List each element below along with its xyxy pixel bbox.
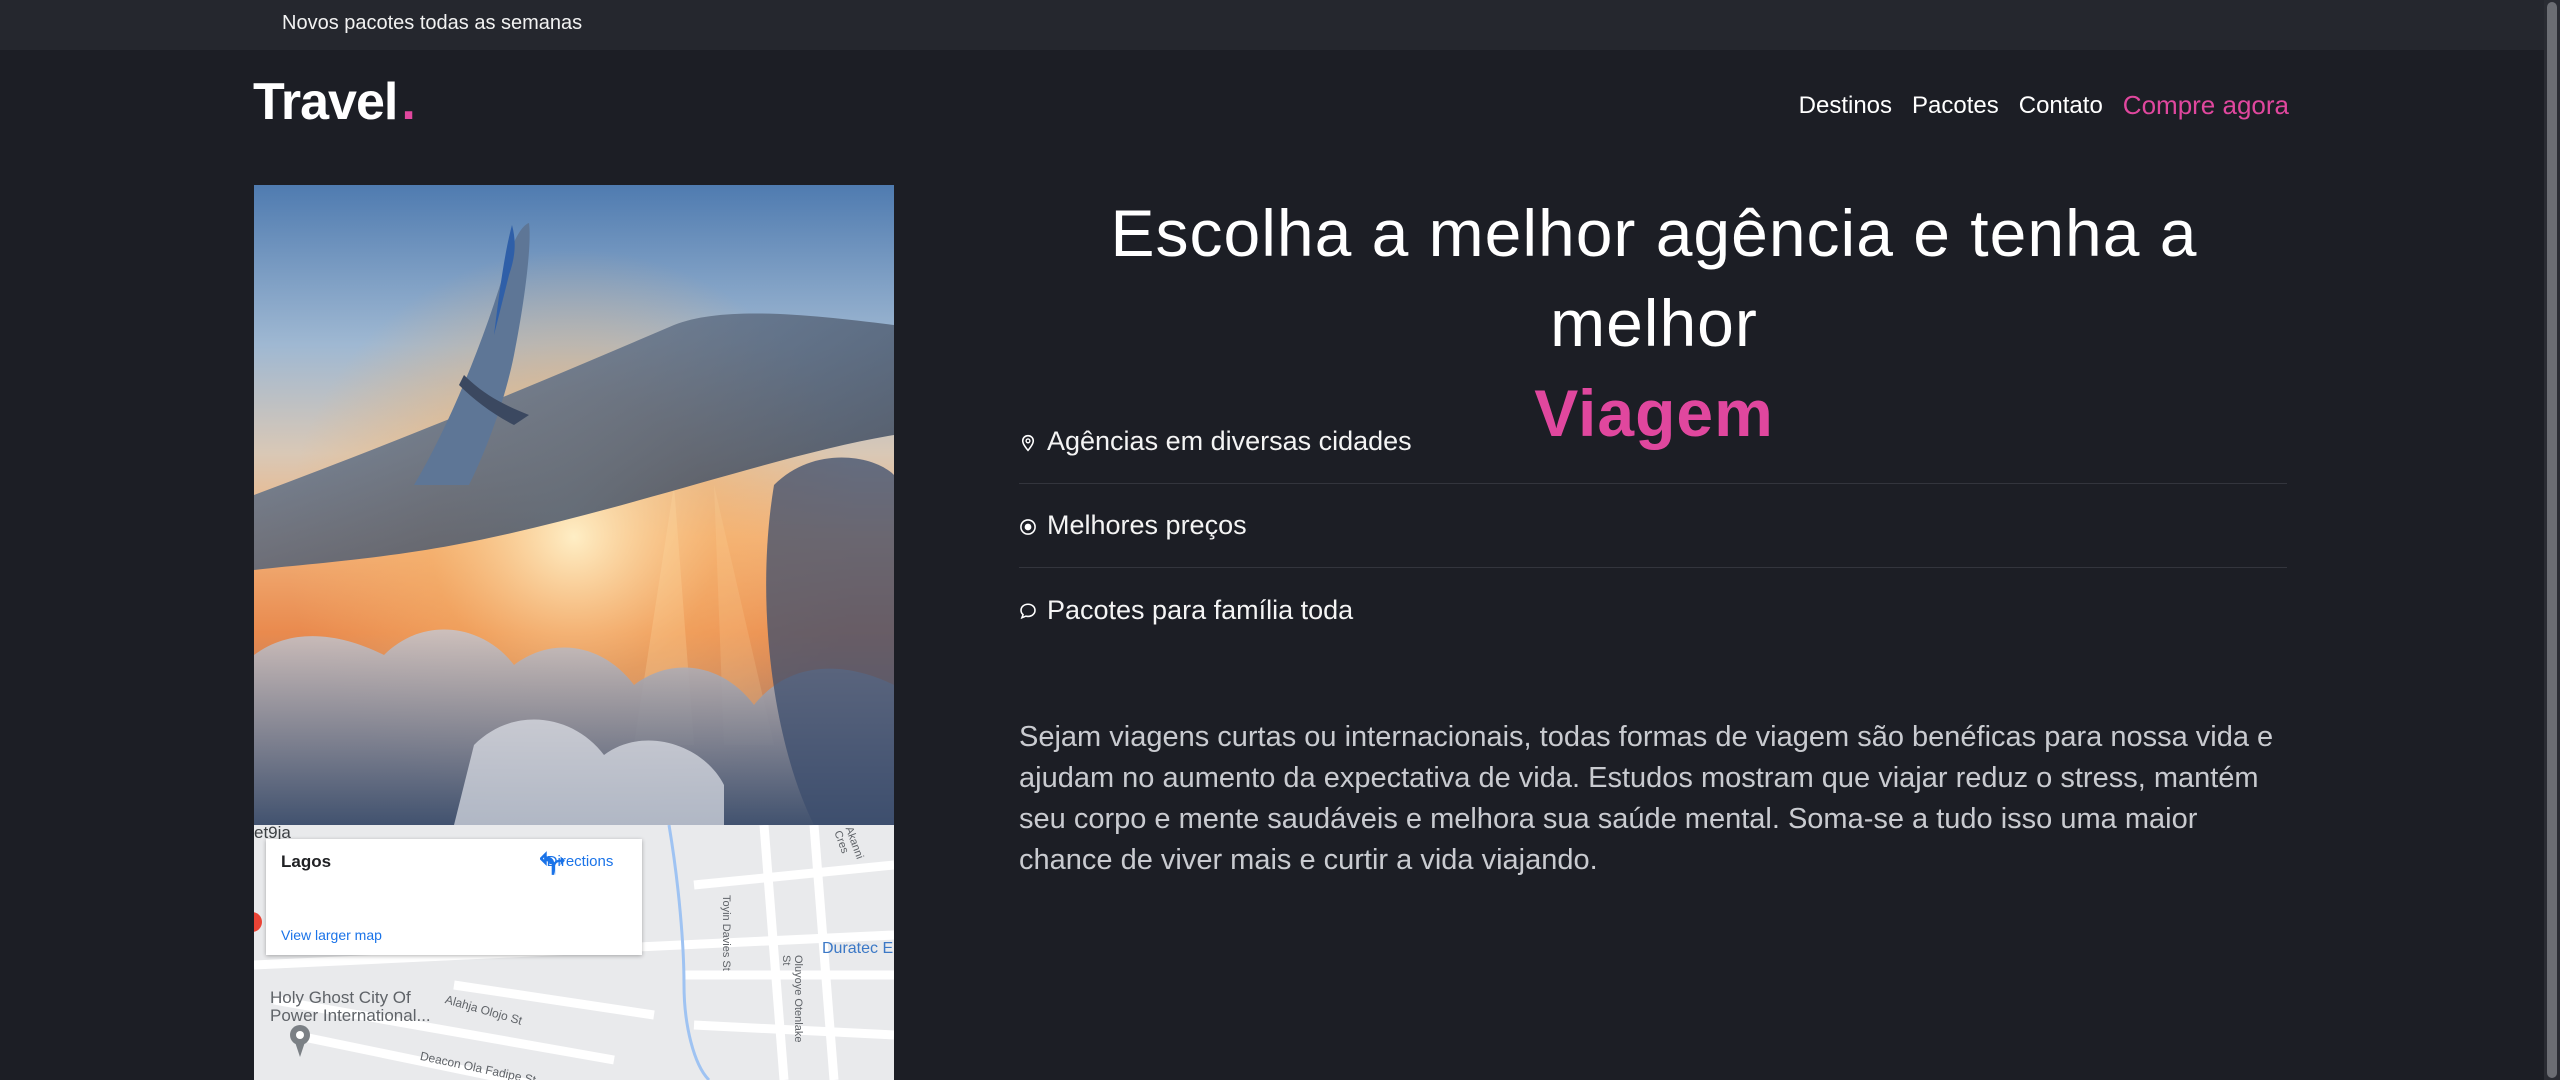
map-label: Oluyoye Otenlake St (780, 955, 804, 1043)
map-info-card: Lagos Directions View larger map (266, 839, 642, 955)
scrollbar-thumb[interactable] (2547, 2, 2557, 1078)
directions-button[interactable]: Directions (540, 851, 620, 875)
airplane-wing-photo (254, 185, 894, 825)
main-nav: Destinos Pacotes Contato Compre agora (1799, 90, 2289, 121)
map-label: Duratec E (822, 940, 894, 957)
announcement-bar: Novos pacotes todas as semanas (0, 0, 2544, 50)
feature-item: Agências em diversas cidades (1019, 400, 2287, 484)
logo-dot: . (401, 73, 415, 131)
nav-destinos[interactable]: Destinos (1799, 92, 1892, 121)
nav-pacotes[interactable]: Pacotes (1912, 92, 1999, 121)
page: Novos pacotes todas as semanas Travel. D… (0, 0, 2560, 1080)
hero-title-text: Escolha a melhor agência e tenha a melho… (1110, 196, 2198, 360)
announcement-text: Novos pacotes todas as semanas (282, 12, 583, 34)
feature-list: Agências em diversas cidades Melhores pr… (1019, 400, 2287, 652)
airplane-wing-illustration (254, 185, 894, 825)
feature-label: Pacotes para família toda (1047, 594, 1354, 625)
feature-label: Melhores preços (1047, 510, 1247, 540)
map-label: Toyin Davies St (720, 895, 732, 971)
description-paragraph: Sejam viagens curtas ou internacionais, … (1019, 721, 2274, 876)
map-place-name: Lagos (281, 852, 332, 871)
feature-item: Melhores preços (1019, 484, 2287, 568)
embedded-map[interactable]: et9ja Holy Ghost City Of Power Internati… (254, 825, 894, 1080)
chat-bubble-icon (1020, 603, 1036, 620)
map-pin-icon (1021, 434, 1035, 451)
view-larger-map-link[interactable]: View larger map (281, 927, 382, 943)
logo-text: Travel (253, 73, 398, 131)
map-label: Power International... (270, 1006, 431, 1025)
logo[interactable]: Travel. (253, 72, 416, 132)
feature-item: Pacotes para família toda (1019, 568, 2287, 652)
record-circle-icon (1020, 518, 1036, 535)
feature-label: Agências em diversas cidades (1047, 426, 1412, 456)
scrollbar[interactable] (2544, 0, 2560, 1080)
map-label: Holy Ghost City Of (270, 988, 411, 1007)
buy-now-link[interactable]: Compre agora (2123, 90, 2289, 121)
directions-icon (540, 851, 565, 875)
nav-contato[interactable]: Contato (2019, 92, 2103, 121)
